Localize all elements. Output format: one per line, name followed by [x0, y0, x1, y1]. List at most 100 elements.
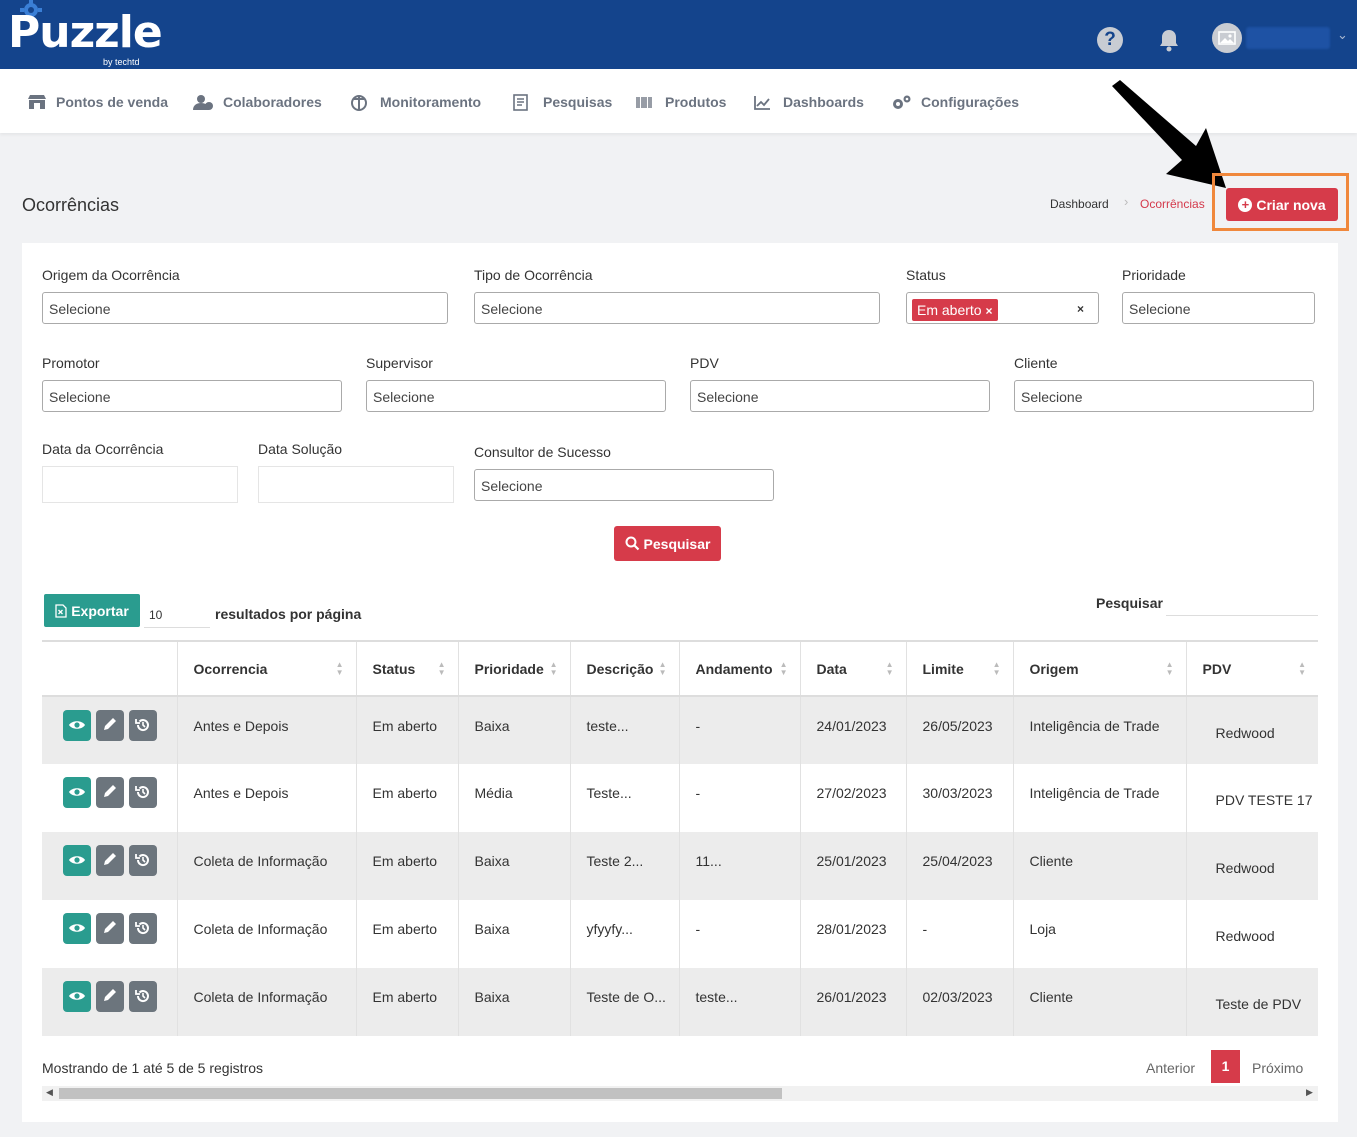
nav-label: Monitoramento: [380, 94, 482, 110]
table-header-row: Ocorrencia ▲ ▼ Status ▲ ▼ Prioridade ▲ ▼ Descr…: [42, 640, 1318, 697]
sort-icon: ▲ ▼: [992, 660, 1001, 677]
cell-origem: Inteligência de Trade: [1012, 696, 1186, 764]
nav-pontos-de-venda[interactable]: Pontos de venda: [27, 93, 168, 111]
cell-pdv: Redwood: [1185, 696, 1318, 764]
user-name-redacted[interactable]: [1246, 27, 1330, 49]
promotor-label: Promotor: [42, 355, 100, 371]
nav-dashboards[interactable]: Dashboards: [753, 93, 864, 111]
view-icon[interactable]: [63, 845, 91, 876]
edit-icon[interactable]: [96, 913, 124, 944]
sort-icon: ▲ ▼: [1298, 660, 1306, 677]
col-pdv[interactable]: PDV ▲ ▼: [1185, 640, 1318, 697]
col-data[interactable]: Data ▲ ▼: [799, 640, 906, 697]
cell-limite: -: [905, 900, 1013, 968]
bell-icon[interactable]: [1156, 27, 1182, 53]
edit-icon[interactable]: [96, 710, 124, 741]
nav-produtos[interactable]: Produtos: [635, 93, 726, 111]
history-icon[interactable]: [129, 710, 157, 741]
history-icon[interactable]: [129, 981, 157, 1012]
tipo-select[interactable]: Selecione: [474, 292, 880, 324]
col-andamento[interactable]: Andamento ▲ ▼: [678, 640, 800, 697]
col-label: Limite: [922, 660, 964, 677]
cell-ocorrencia: Coleta de Informação: [176, 900, 356, 968]
table-search-input[interactable]: [1166, 593, 1318, 616]
edit-icon[interactable]: [96, 777, 124, 808]
image-placeholder-icon: [1218, 31, 1236, 45]
nav-pesquisas[interactable]: Pesquisas: [513, 93, 612, 111]
origem-select[interactable]: Selecione: [42, 292, 448, 324]
nav-configuracoes[interactable]: Configurações: [891, 93, 1019, 111]
help-icon[interactable]: ?: [1097, 27, 1123, 53]
history-icon[interactable]: [129, 845, 157, 876]
page-length-input[interactable]: 10: [144, 602, 210, 628]
consultor-select[interactable]: Selecione: [474, 469, 774, 501]
breadcrumb-dashboard[interactable]: Dashboard: [1050, 197, 1109, 211]
chevron-down-icon[interactable]: ⌄: [1337, 27, 1348, 43]
cliente-select[interactable]: Selecione: [1014, 380, 1314, 412]
col-limite[interactable]: Limite ▲ ▼: [905, 640, 1013, 697]
tag-remove-icon[interactable]: ×: [985, 304, 992, 318]
scroll-right-icon[interactable]: ▶: [1306, 1087, 1313, 1098]
sort-icon: ▲ ▼: [658, 660, 667, 677]
col-actions: [42, 640, 177, 697]
col-ocorrencia[interactable]: Ocorrencia ▲ ▼: [176, 640, 356, 697]
page-length-label: resultados por página: [215, 606, 362, 622]
nav-label: Pontos de venda: [56, 94, 169, 110]
pagination-next[interactable]: Próximo: [1252, 1060, 1303, 1076]
data-ocorrencia-input[interactable]: [42, 466, 238, 503]
search-button[interactable]: Pesquisar: [614, 526, 721, 561]
col-status[interactable]: Status ▲ ▼: [355, 640, 458, 697]
edit-icon[interactable]: [96, 845, 124, 876]
sort-icon: ▲ ▼: [779, 660, 788, 677]
edit-icon[interactable]: [96, 981, 124, 1012]
prioridade-label: Prioridade: [1122, 267, 1186, 283]
scroll-left-icon[interactable]: ◀: [46, 1087, 53, 1098]
col-origem[interactable]: Origem ▲ ▼: [1012, 640, 1186, 697]
user-avatar[interactable]: [1212, 23, 1242, 53]
col-descricao[interactable]: Descrição ▲ ▼: [569, 640, 679, 697]
cell-andamento: -: [678, 764, 800, 832]
create-new-button[interactable]: + Criar nova: [1226, 188, 1338, 221]
cell-data: 24/01/2023: [799, 696, 906, 764]
col-label: Origem: [1029, 660, 1079, 677]
cell-limite: 25/04/2023: [905, 832, 1013, 900]
prioridade-select[interactable]: Selecione: [1122, 292, 1315, 324]
export-label: Exportar: [71, 602, 129, 619]
pagination-page-1[interactable]: 1: [1211, 1050, 1240, 1083]
nav-colaboradores[interactable]: Colaboradores: [193, 93, 322, 111]
table-row: Coleta de Informação Em aberto Baixa Teste …: [42, 968, 1318, 1036]
cliente-label: Cliente: [1014, 355, 1058, 371]
cell-data: 26/01/2023: [799, 968, 906, 1036]
view-icon[interactable]: [63, 913, 91, 944]
col-label: Andamento: [695, 660, 773, 677]
cell-andamento: -: [678, 696, 800, 764]
brand-logo[interactable]: Puzzle: [8, 8, 163, 58]
cell-andamento: 11...: [678, 832, 800, 900]
cell-data: 28/01/2023: [799, 900, 906, 968]
export-button[interactable]: Exportar: [44, 594, 140, 627]
table-row: Antes e Depois Em aberto Média Teste... -27/…: [42, 764, 1318, 832]
pagination-previous[interactable]: Anterior: [1146, 1060, 1195, 1076]
nav-label: Configurações: [921, 94, 1020, 110]
cell-pdv: Redwood: [1185, 900, 1318, 968]
cell-limite: 30/03/2023: [905, 764, 1013, 832]
scrollbar-thumb[interactable]: [59, 1088, 782, 1099]
supervisor-select[interactable]: Selecione: [366, 380, 666, 412]
promotor-select[interactable]: Selecione: [42, 380, 342, 412]
pdv-select[interactable]: Selecione: [690, 380, 990, 412]
clear-icon[interactable]: ×: [1077, 293, 1084, 326]
view-icon[interactable]: [63, 981, 91, 1012]
status-tag[interactable]: Em aberto ×: [912, 299, 998, 321]
status-select[interactable]: Em aberto × ×: [906, 292, 1099, 324]
survey-icon: [513, 93, 528, 111]
history-icon[interactable]: [129, 913, 157, 944]
row-actions: [42, 832, 177, 900]
history-icon[interactable]: [129, 777, 157, 808]
view-icon[interactable]: [63, 777, 91, 808]
data-solucao-input[interactable]: [258, 466, 454, 503]
view-icon[interactable]: [63, 710, 91, 741]
col-prioridade[interactable]: Prioridade ▲ ▼: [457, 640, 570, 697]
nav-monitoramento[interactable]: Monitoramento: [351, 93, 481, 111]
row-actions: [42, 696, 177, 764]
table-row: Antes e Depois Em aberto Baixa teste... -24/…: [42, 696, 1318, 764]
